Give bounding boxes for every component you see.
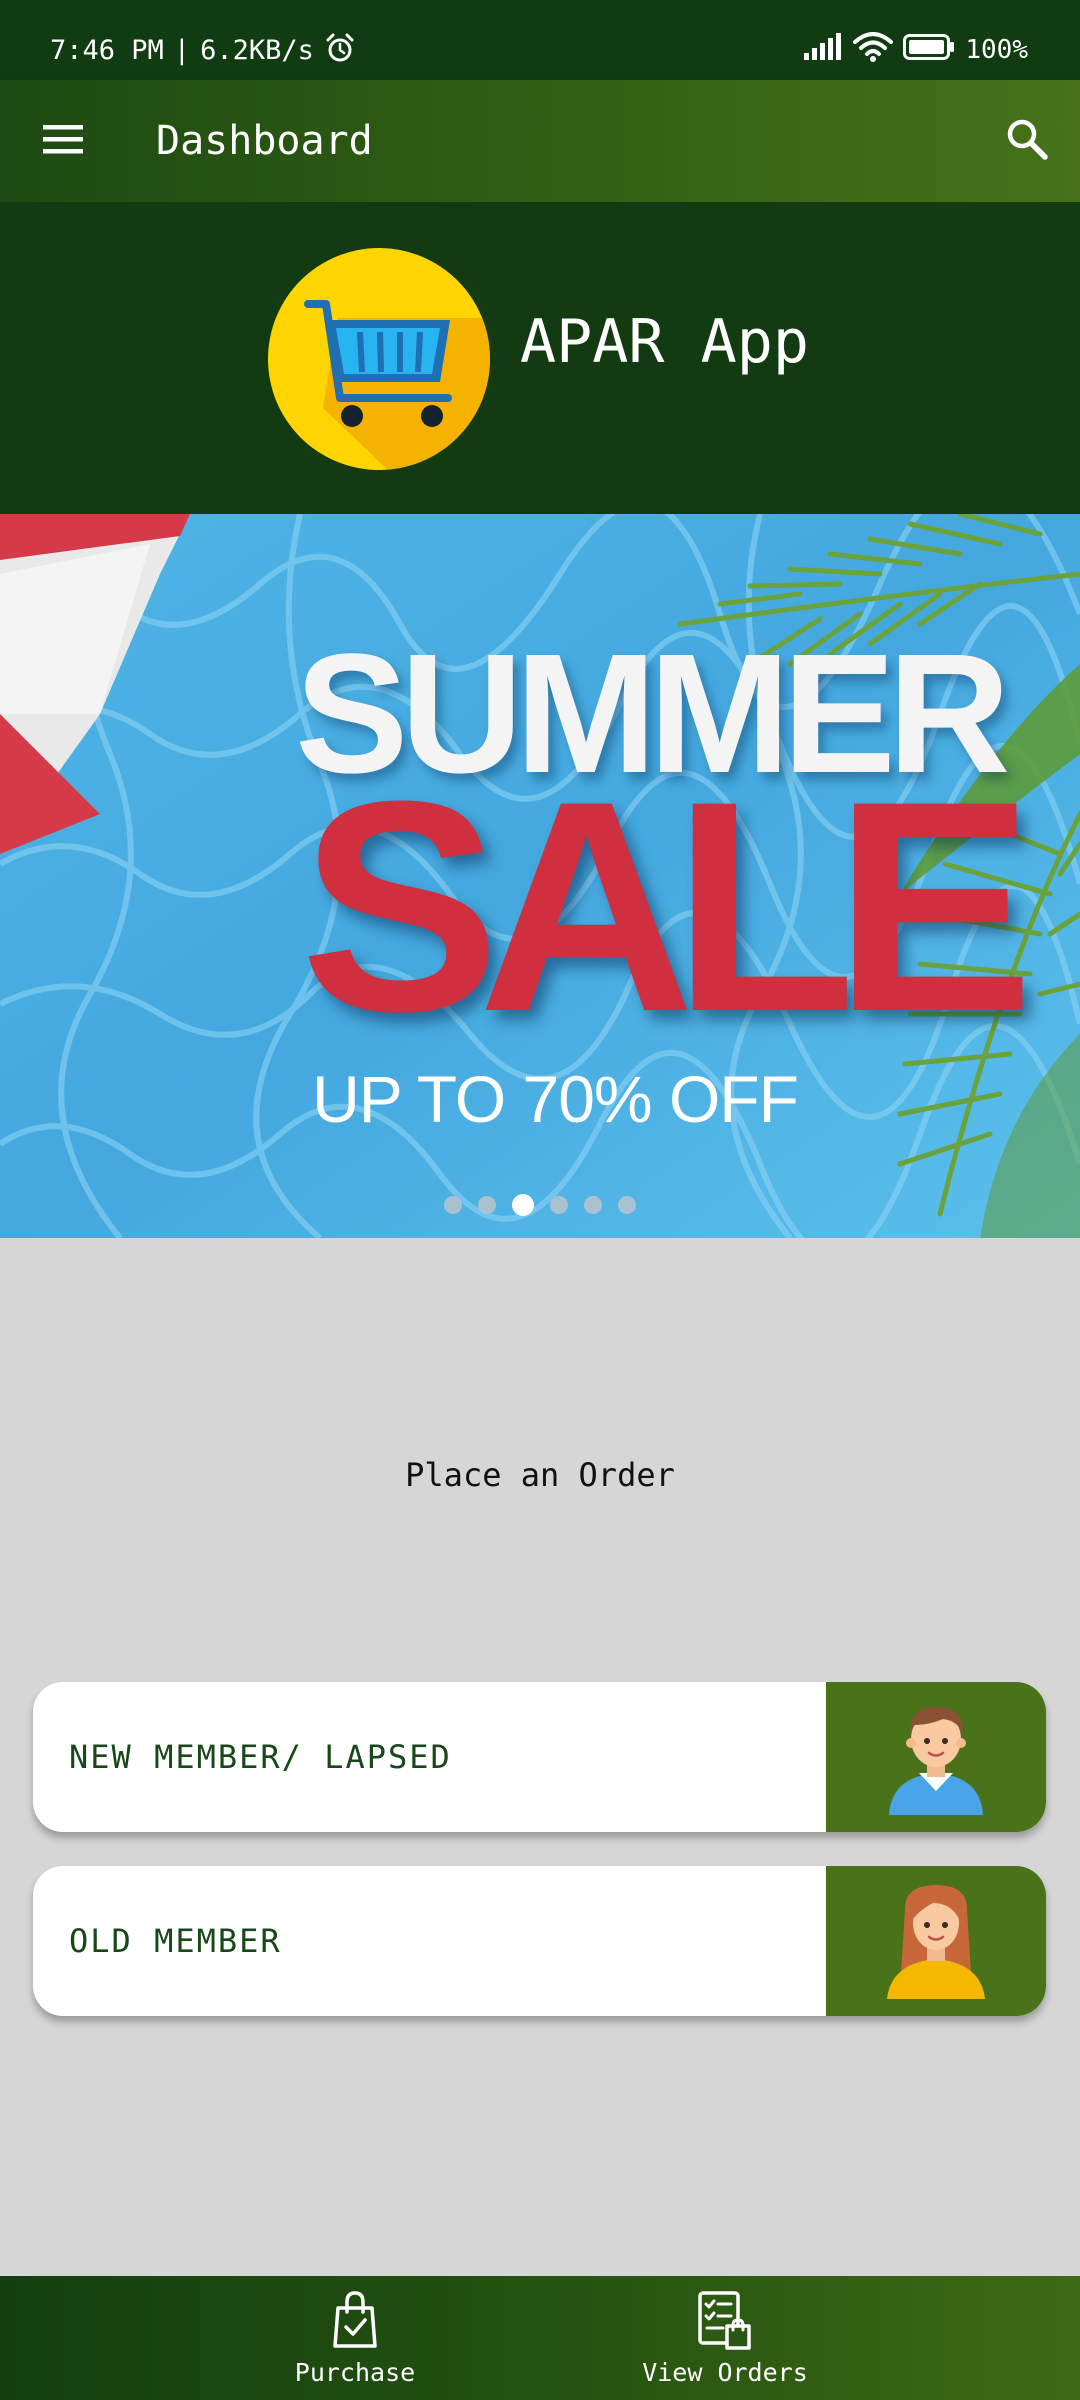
menu-icon: [41, 121, 85, 161]
new-member-lapsed-button[interactable]: NEW MEMBER/ LAPSED: [33, 1682, 1046, 1832]
brand-header: APAR App: [0, 202, 1080, 514]
banner-discount-text: UP TO 70% OFF: [312, 1062, 799, 1136]
male-avatar-icon: [881, 1695, 991, 1819]
network-speed: 6.2KB/s: [200, 34, 314, 66]
nav-item-view-orders[interactable]: View Orders: [610, 2276, 840, 2400]
old-member-label: OLD MEMBER: [69, 1922, 282, 1960]
old-member-avatar-panel: [826, 1866, 1046, 2016]
wifi-icon: [853, 31, 894, 69]
status-separator: |: [173, 34, 191, 66]
search-button[interactable]: [988, 102, 1066, 180]
battery-level: 100%: [965, 35, 1028, 65]
app-bar: Dashboard: [0, 80, 1080, 202]
bottom-navigation: Purchase View Orders: [0, 2276, 1080, 2400]
status-bar: 7:46 PM | 6.2KB/s 100%: [0, 0, 1080, 80]
banner-sale-text: SALE: [300, 738, 1034, 1074]
menu-button[interactable]: [24, 102, 102, 180]
old-member-button[interactable]: OLD MEMBER: [33, 1866, 1046, 2016]
status-time: 7:46 PM: [50, 34, 164, 66]
battery-icon: [903, 33, 955, 67]
nav-item-purchase[interactable]: Purchase: [250, 2276, 460, 2400]
shopping-bag-check-icon: [330, 2290, 380, 2352]
place-order-heading: Place an Order: [405, 1456, 675, 1494]
brand-name: APAR App: [520, 307, 809, 377]
search-icon: [1005, 117, 1049, 165]
female-avatar-icon: [881, 1879, 991, 2003]
orders-list-icon: [697, 2290, 753, 2352]
new-member-label: NEW MEMBER/ LAPSED: [69, 1738, 452, 1776]
new-member-avatar-panel: [826, 1682, 1046, 1832]
promo-banner[interactable]: SUMMER SALE UP TO 70% OFF: [0, 514, 1080, 1238]
nav-label-view-orders: View Orders: [642, 2358, 808, 2387]
alarm-icon: [324, 32, 356, 69]
page-title: Dashboard: [156, 118, 373, 164]
shopping-cart-icon: [268, 248, 490, 470]
nav-label-purchase: Purchase: [294, 2358, 416, 2387]
signal-icon: [803, 32, 843, 68]
